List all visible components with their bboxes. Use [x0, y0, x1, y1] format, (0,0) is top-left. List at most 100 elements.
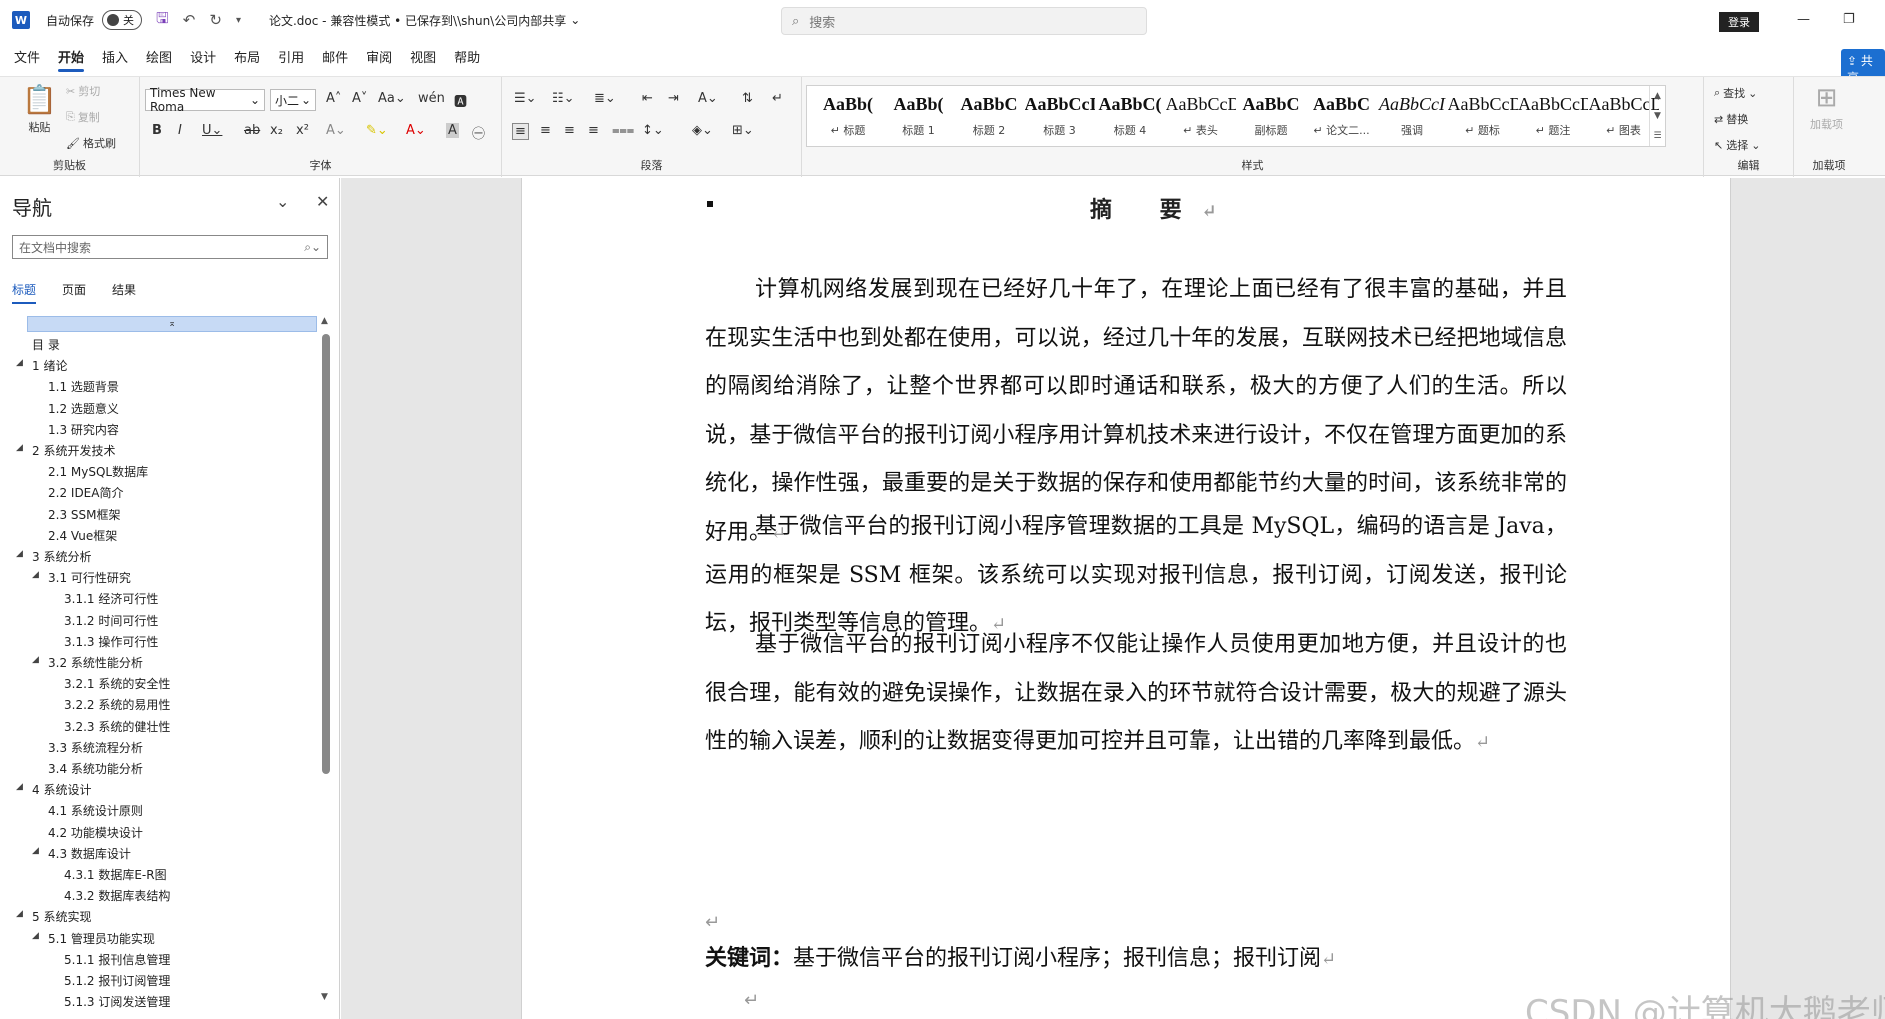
ribbon-tab[interactable]: 帮助	[454, 41, 480, 72]
underline-icon[interactable]: U⌄	[202, 123, 222, 138]
bullets-icon[interactable]: ☰⌄	[514, 91, 537, 106]
outline-heading[interactable]: 3.1.3 操作可行性	[64, 633, 158, 650]
autosave-toggle[interactable]: 关	[102, 10, 143, 30]
minimize-icon[interactable]: —	[1797, 12, 1810, 27]
strikethrough-icon[interactable]: ab	[244, 123, 260, 138]
expand-triangle-icon[interactable]: ◢	[32, 931, 39, 941]
subscript-icon[interactable]: x₂	[270, 123, 283, 138]
outline-heading[interactable]: 5.1.2 报刊订阅管理	[64, 972, 170, 989]
ribbon-tab[interactable]: 插入	[102, 41, 128, 72]
document-title[interactable]: 论文.doc - 兼容性模式 • 已保存到\\shun\公司内部共享 ⌄	[269, 12, 580, 29]
align-right-icon[interactable]: ≡	[564, 123, 575, 138]
highlight-icon[interactable]: ✎⌄	[366, 123, 388, 138]
outline-heading[interactable]: ◢ 3.2 系统性能分析	[32, 654, 143, 671]
ribbon-tab[interactable]: 开始	[58, 41, 85, 72]
outline-heading[interactable]: 1.3 研究内容	[48, 421, 119, 438]
style-item[interactable]: AaBbC(标题 4	[1095, 90, 1165, 144]
search-box[interactable]: ⌕ 搜索	[781, 7, 1147, 35]
shading-icon[interactable]: ◈⌄	[692, 123, 713, 138]
outline-heading[interactable]: ◢ 5.1 管理员功能实现	[32, 930, 155, 947]
paste-button[interactable]: 📋 粘贴	[22, 83, 57, 135]
decrease-indent-icon[interactable]: ⇤	[642, 91, 653, 106]
replace-button[interactable]: ⇄ 替换	[1714, 111, 1748, 127]
bold-icon[interactable]: B	[152, 123, 162, 138]
copy-button[interactable]: ⎘ 复制	[66, 109, 100, 125]
pinyin-guide-icon[interactable]: wén	[418, 91, 445, 106]
outline-heading[interactable]: 目 录	[32, 336, 60, 353]
redo-icon[interactable]: ↻	[209, 11, 222, 29]
document-page[interactable]: 摘 要↵ 计算机网络发展到现在已经好几十年了，在理论上面已经有了很丰富的基础，并…	[521, 178, 1731, 1019]
ribbon-tab[interactable]: 邮件	[322, 41, 348, 72]
login-button[interactable]: 登录	[1719, 12, 1759, 32]
format-painter-button[interactable]: 🖌 格式刷	[66, 135, 116, 151]
outline-heading[interactable]: 3.2.2 系统的易用性	[64, 696, 170, 713]
outline-heading[interactable]: 4.3.1 数据库E-R图	[64, 866, 167, 883]
ribbon-tab[interactable]: 设计	[190, 41, 216, 72]
borders-icon[interactable]: ⊞⌄	[732, 123, 754, 138]
scroll-up-icon[interactable]: ▲	[321, 316, 328, 326]
outline-heading[interactable]: 2.4 Vue框架	[48, 527, 117, 544]
char-shading-icon[interactable]: A	[446, 123, 459, 138]
ribbon-tab[interactable]: 视图	[410, 41, 436, 72]
outline-heading[interactable]: 3.3 系统流程分析	[48, 739, 143, 756]
numbering-icon[interactable]: ☷⌄	[552, 91, 575, 106]
save-icon[interactable]: 🖫	[156, 8, 169, 33]
ribbon-tab[interactable]: 绘图	[146, 41, 172, 72]
superscript-icon[interactable]: x²	[296, 123, 309, 138]
customize-toolbar-icon[interactable]: ▾	[236, 15, 241, 26]
outline-heading[interactable]: 4.1 系统设计原则	[48, 802, 143, 819]
style-item[interactable]: AaBb(标题 1	[884, 90, 954, 144]
style-item[interactable]: AaBbC 副标题	[1236, 90, 1306, 144]
multilevel-list-icon[interactable]: ≣⌄	[594, 91, 616, 106]
outline-heading[interactable]: 3.2.3 系统的健壮性	[64, 718, 170, 735]
expand-triangle-icon[interactable]: ◢	[16, 358, 23, 368]
align-center-icon[interactable]: ≡	[540, 123, 551, 138]
outline-heading[interactable]: ◢ 4.3 数据库设计	[32, 845, 131, 862]
style-item[interactable]: AaBbCcDc ↵ 图表	[1589, 90, 1659, 144]
outline-heading[interactable]: 1.2 选题意义	[48, 400, 119, 417]
outline-heading[interactable]: ◢ 5 系统实现	[16, 908, 91, 925]
outline-heading[interactable]: ◢ 3.1 可行性研究	[32, 569, 131, 586]
style-item[interactable]: AaBbCcDd ↵ 题注	[1518, 90, 1588, 144]
chevron-down-icon[interactable]: ▼	[1654, 111, 1661, 121]
outline-heading[interactable]: ◢ 1 绪论	[16, 357, 67, 374]
cut-button[interactable]: ✂ 剪切	[66, 83, 100, 99]
outline-heading[interactable]: 2.2 IDEA简介	[48, 484, 123, 501]
increase-indent-icon[interactable]: ⇥	[668, 91, 679, 106]
outline-heading[interactable]: 1.1 选题背景	[48, 378, 119, 395]
outline-heading[interactable]: 5.1.1 报刊信息管理	[64, 951, 170, 968]
nav-scrollbar[interactable]: ▲ ▼	[321, 316, 331, 1006]
outline-heading[interactable]: 3.1.2 时间可行性	[64, 612, 158, 629]
outline-heading[interactable]: 5.1.3 订阅发送管理	[64, 993, 170, 1010]
restore-icon[interactable]: ❐	[1843, 12, 1855, 27]
asian-layout-icon[interactable]: A⌄	[698, 91, 718, 106]
outline-heading[interactable]: ◢ 3 系统分析	[16, 548, 91, 565]
outline-heading[interactable]: 3.2.1 系统的安全性	[64, 675, 170, 692]
outline-heading[interactable]: 3.1.1 经济可行性	[64, 590, 158, 607]
expand-triangle-icon[interactable]: ◢	[32, 655, 39, 665]
ribbon-tab[interactable]: 布局	[234, 41, 260, 72]
style-item[interactable]: AaBbCcDc ↵ 表头	[1166, 90, 1236, 144]
sort-icon[interactable]: ⇅	[742, 91, 753, 106]
ribbon-tab[interactable]: 文件	[14, 41, 40, 72]
font-size-select[interactable]: 小二 ⌄	[270, 89, 316, 111]
text-effects-icon[interactable]: A⌄	[326, 123, 346, 138]
style-item[interactable]: AaBbC ↵ 论文二...	[1307, 90, 1377, 144]
grow-font-icon[interactable]: A˄	[326, 91, 341, 106]
expand-triangle-icon[interactable]: ◢	[32, 570, 39, 580]
change-case-icon[interactable]: Aa⌄	[378, 91, 406, 106]
style-item[interactable]: AaBbCcI 强调	[1377, 90, 1447, 144]
document-area[interactable]: 摘 要↵ 计算机网络发展到现在已经好几十年了，在理论上面已经有了很丰富的基础，并…	[341, 178, 1885, 1019]
undo-icon[interactable]: ↶	[183, 11, 196, 29]
outline-heading[interactable]: 2.1 MySQL数据库	[48, 463, 148, 480]
expand-triangle-icon[interactable]: ◢	[16, 549, 23, 559]
ribbon-tab[interactable]: 审阅	[366, 41, 392, 72]
nav-search-input[interactable]: 在文档中搜索 ⌕⌄	[12, 235, 328, 259]
find-button[interactable]: ⌕ 查找 ⌄	[1714, 85, 1757, 101]
style-item[interactable]: AaBb(↵ 标题	[813, 90, 883, 144]
outline-heading[interactable]: 3.4 系统功能分析	[48, 760, 143, 777]
select-button[interactable]: ↖ 选择 ⌄	[1714, 137, 1760, 153]
expand-triangle-icon[interactable]: ◢	[16, 443, 23, 453]
outline-heading[interactable]: ◢ 2 系统开发技术	[16, 442, 115, 459]
show-marks-icon[interactable]: ↵	[772, 91, 783, 106]
